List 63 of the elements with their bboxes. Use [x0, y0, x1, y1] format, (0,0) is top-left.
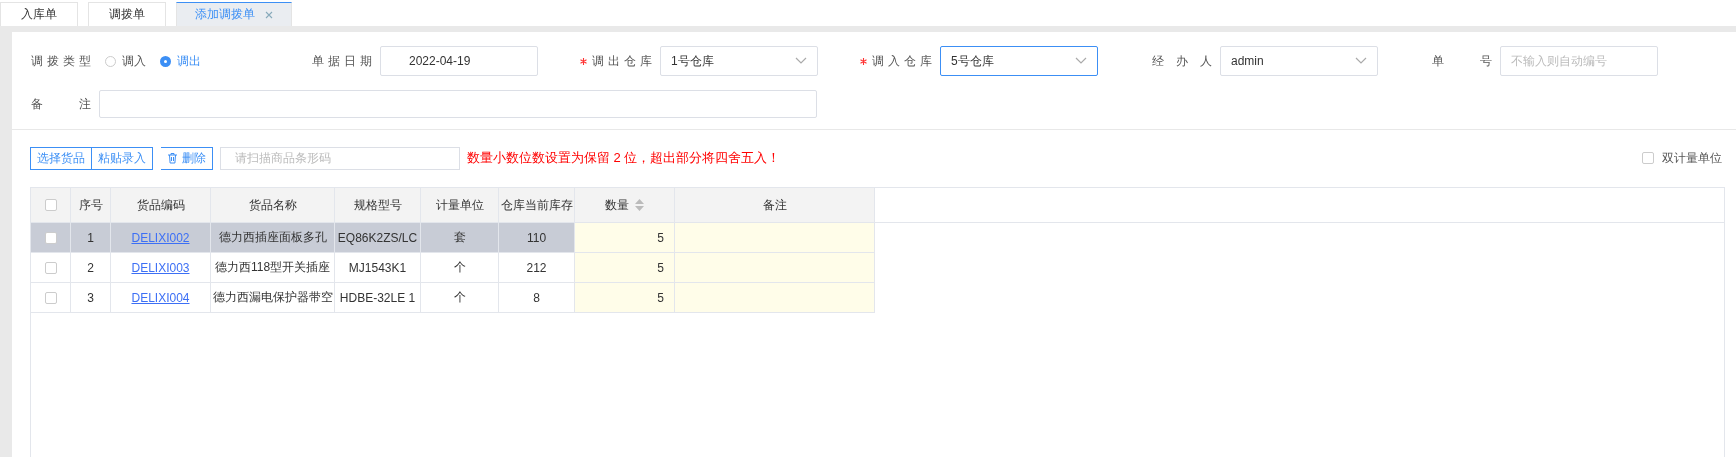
table-cell: 套: [421, 223, 499, 253]
column-header: 备注: [675, 188, 875, 222]
table-cell: MJ1543K1: [335, 253, 421, 283]
number-field[interactable]: 不输入则自动编号: [1500, 46, 1658, 76]
table-cell: 1: [71, 223, 111, 253]
field-label: 调出仓库: [592, 52, 652, 70]
select-field[interactable]: 1号仓库: [660, 46, 818, 76]
table-cell: 3: [71, 283, 111, 313]
row-checkbox[interactable]: [44, 291, 57, 304]
table-cell: 德力西118型开关插座: [211, 253, 335, 283]
warning-text: 数量小数位数设置为保留 2 位，超出部分将四舍五入！: [467, 149, 781, 167]
table-cell: 个: [421, 253, 499, 283]
column-header: 数量: [575, 188, 675, 222]
column-header: 序号: [71, 188, 111, 222]
close-icon[interactable]: [265, 10, 273, 19]
radio-button[interactable]: [160, 55, 171, 67]
remark-field[interactable]: [99, 90, 817, 118]
table-cell: EQ86K2ZS/LC: [335, 223, 421, 253]
field-label: 备注: [31, 95, 91, 113]
table-cell: 2: [71, 253, 111, 283]
field-label: 单据日期: [312, 52, 372, 70]
editable-cell[interactable]: 5: [575, 223, 675, 253]
tab[interactable]: 调拨单: [88, 2, 166, 26]
column-header: 货品名称: [211, 188, 335, 222]
barcode-field[interactable]: 请扫描商品条形码: [220, 146, 460, 170]
editable-cell[interactable]: [675, 223, 875, 253]
chevron-down-icon: [1075, 57, 1087, 65]
row-checkbox[interactable]: [44, 231, 57, 244]
checkbox-label[interactable]: 双计量单位: [1662, 149, 1722, 167]
field-label: 经办人: [1152, 52, 1212, 70]
column-header: 货品编码: [111, 188, 211, 222]
tab[interactable]: 入库单: [0, 2, 78, 26]
editable-cell[interactable]: [675, 283, 875, 313]
column-header: 仓库当前库存: [499, 188, 575, 222]
row-checkbox[interactable]: [44, 261, 57, 274]
sort-icon[interactable]: [635, 199, 644, 211]
chevron-down-icon: [1355, 57, 1367, 65]
table-cell: 德力西插座面板多孔: [211, 223, 335, 253]
column-header: 计量单位: [421, 188, 499, 222]
editable-cell[interactable]: 5: [575, 283, 675, 313]
field-label: 调入仓库: [872, 52, 932, 70]
chevron-down-icon: [795, 57, 807, 65]
radio-button[interactable]: [105, 55, 116, 67]
trash-icon: [167, 152, 178, 164]
product-code-link[interactable]: DELIXI003: [131, 260, 190, 275]
table-cell: 个: [421, 283, 499, 313]
select-field[interactable]: admin: [1220, 46, 1378, 76]
select-field[interactable]: 5号仓库: [940, 46, 1098, 76]
editable-cell[interactable]: [675, 253, 875, 283]
column-header: 规格型号: [335, 188, 421, 222]
table-cell: 110: [499, 223, 575, 253]
field-label: 调拨类型: [31, 52, 91, 70]
field-label: 单号: [1432, 52, 1492, 70]
radio-label[interactable]: 调出: [177, 52, 201, 70]
radio-label[interactable]: 调入: [122, 52, 146, 70]
product-code-link[interactable]: DELIXI004: [131, 290, 190, 305]
editable-cell[interactable]: 5: [575, 253, 675, 283]
select-all-checkbox[interactable]: [44, 199, 57, 211]
checkbox[interactable]: [1642, 152, 1654, 164]
table-cell: HDBE-32LE 1: [335, 283, 421, 313]
date-field[interactable]: 2022-04-19: [380, 46, 538, 76]
delete-button[interactable]: 删除: [161, 146, 213, 170]
table-cell: 德力西漏电保护器带空: [211, 283, 335, 313]
